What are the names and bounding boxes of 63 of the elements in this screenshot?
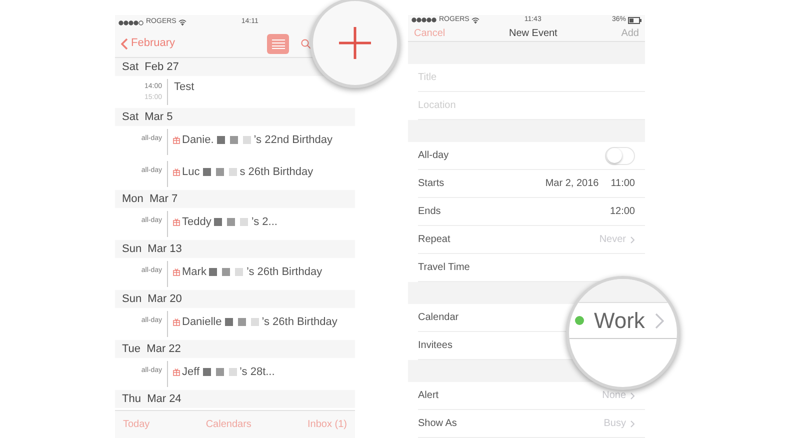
row-value: Busy: [604, 417, 626, 431]
contact-name: Jeff: [182, 365, 200, 380]
chevron-icon: [630, 420, 635, 428]
contact-name: Danie.: [182, 133, 214, 148]
chevron-icon: [630, 236, 635, 244]
row-label: Starts: [418, 177, 444, 191]
gift-icon: [173, 368, 180, 376]
list-view-button[interactable]: [267, 34, 289, 54]
row-label: Ends: [418, 205, 441, 219]
wifi-icon: [471, 16, 480, 24]
gift-icon: [173, 136, 180, 144]
signal-icon: [411, 17, 437, 24]
time-value[interactable]: 12:00: [610, 204, 635, 219]
row-label: All-day: [418, 149, 449, 163]
gift-icon: [173, 218, 180, 226]
day-header: Sat Mar 5: [115, 108, 355, 126]
day-header: Sun Mar 20: [115, 290, 355, 308]
birthday-text: ’s 26th Birthday: [246, 265, 322, 280]
toggle-switch[interactable]: [605, 146, 635, 164]
row-value: Never: [599, 233, 626, 247]
birthday-text: ’s 28t...: [240, 365, 275, 380]
redaction-drawing: [214, 218, 248, 226]
row-label[interactable]: Alert: [418, 388, 439, 403]
row-label[interactable]: Repeat: [418, 232, 450, 247]
plus-icon[interactable]: [338, 26, 372, 60]
chevron-icon: [654, 312, 664, 328]
birthday-text: ’s 22nd Birthday: [254, 133, 332, 148]
row-label[interactable]: Invitees: [418, 338, 452, 353]
redaction-drawing: [224, 318, 259, 326]
row-label[interactable]: Show As: [418, 416, 457, 431]
redaction-drawing: [209, 268, 244, 276]
gift-icon: [173, 268, 180, 276]
wifi-icon: [178, 19, 188, 26]
event-title[interactable]: Test: [174, 79, 194, 96]
row-label[interactable]: Travel Time: [418, 260, 470, 275]
gift-icon: [173, 318, 180, 326]
contact-name: Teddy: [182, 215, 212, 230]
list-icon: [272, 38, 284, 48]
time-value[interactable]: 11:00: [610, 176, 635, 191]
date-value[interactable]: Mar 2, 2016: [545, 176, 599, 191]
row-value: None: [602, 389, 626, 403]
birthday-text: ’s 2...: [251, 215, 278, 230]
day-header: Sun Mar 13: [115, 240, 355, 258]
redaction-drawing: [216, 136, 251, 144]
birthday-text: ’s 26th Birthday: [262, 315, 338, 330]
contact-name: Danielle: [182, 315, 222, 330]
redaction-drawing: [202, 368, 237, 376]
calendar-value[interactable]: Work: [594, 304, 645, 337]
day-header: Mon Mar 7: [115, 190, 355, 208]
day-header: Thu Mar 24: [115, 390, 355, 408]
signal-icon: [118, 20, 144, 26]
search-icon[interactable]: [301, 38, 311, 48]
redaction-drawing: [202, 168, 237, 176]
back-chevron-icon: [121, 38, 128, 50]
day-header: Tue Mar 22: [115, 340, 355, 358]
gift-icon: [173, 168, 180, 176]
battery-icon: [628, 16, 642, 24]
chevron-icon: [630, 392, 635, 400]
contact-name: Mark: [182, 265, 206, 280]
birthday-text: s 26th Birthday: [240, 165, 314, 180]
screen-title: New Event: [508, 26, 558, 41]
row-label[interactable]: Calendar: [418, 310, 459, 325]
contact-name: Luc: [182, 165, 200, 180]
